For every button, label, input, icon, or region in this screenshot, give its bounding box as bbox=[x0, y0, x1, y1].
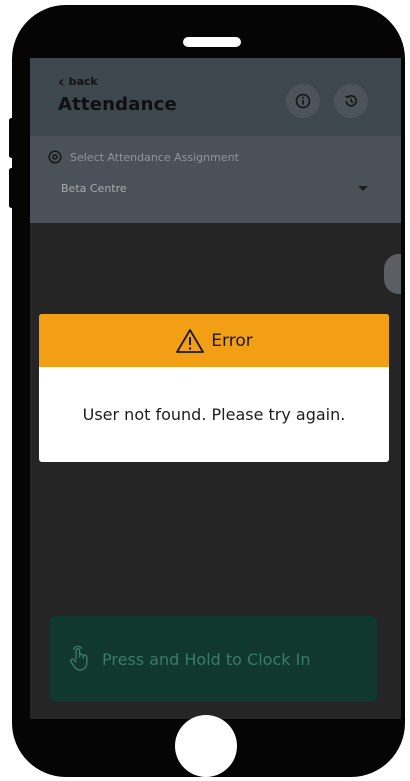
error-dialog-header: Error bbox=[39, 314, 389, 367]
home-button[interactable] bbox=[175, 715, 237, 777]
location-pin-icon bbox=[48, 150, 62, 164]
back-label: back bbox=[68, 75, 98, 88]
history-icon bbox=[345, 95, 357, 107]
side-button bbox=[9, 118, 14, 158]
history-button[interactable] bbox=[334, 84, 368, 118]
error-message: User not found. Please try again. bbox=[82, 405, 346, 424]
page-title: Attendance bbox=[58, 94, 177, 115]
error-dialog-body: User not found. Please try again. bbox=[39, 367, 389, 462]
info-button[interactable] bbox=[286, 84, 320, 118]
app-screen: ‹ back Attendance Select Attendance Assi… bbox=[30, 58, 401, 719]
side-button bbox=[9, 168, 14, 208]
back-button[interactable]: ‹ back bbox=[58, 72, 98, 91]
assignment-label: Select Attendance Assignment bbox=[48, 150, 239, 164]
side-drawer-handle[interactable] bbox=[384, 254, 401, 294]
app-header: ‹ back Attendance bbox=[30, 58, 401, 136]
clock-in-button[interactable]: Press and Hold to Clock In bbox=[50, 616, 377, 702]
error-dialog-title: Error bbox=[211, 330, 253, 351]
assignment-selected-value: Beta Centre bbox=[61, 182, 127, 195]
speaker-grille bbox=[183, 37, 241, 47]
assignment-section: Select Attendance Assignment Beta Centre bbox=[30, 136, 401, 223]
error-dialog: Error User not found. Please try again. bbox=[39, 314, 389, 462]
chevron-left-icon: ‹ bbox=[58, 72, 65, 91]
clock-in-label: Press and Hold to Clock In bbox=[102, 649, 311, 669]
assignment-dropdown[interactable]: Beta Centre bbox=[46, 172, 376, 206]
caret-down-icon bbox=[358, 186, 368, 191]
info-icon bbox=[295, 93, 311, 109]
tap-hand-icon bbox=[70, 645, 88, 671]
warning-icon bbox=[176, 328, 205, 353]
